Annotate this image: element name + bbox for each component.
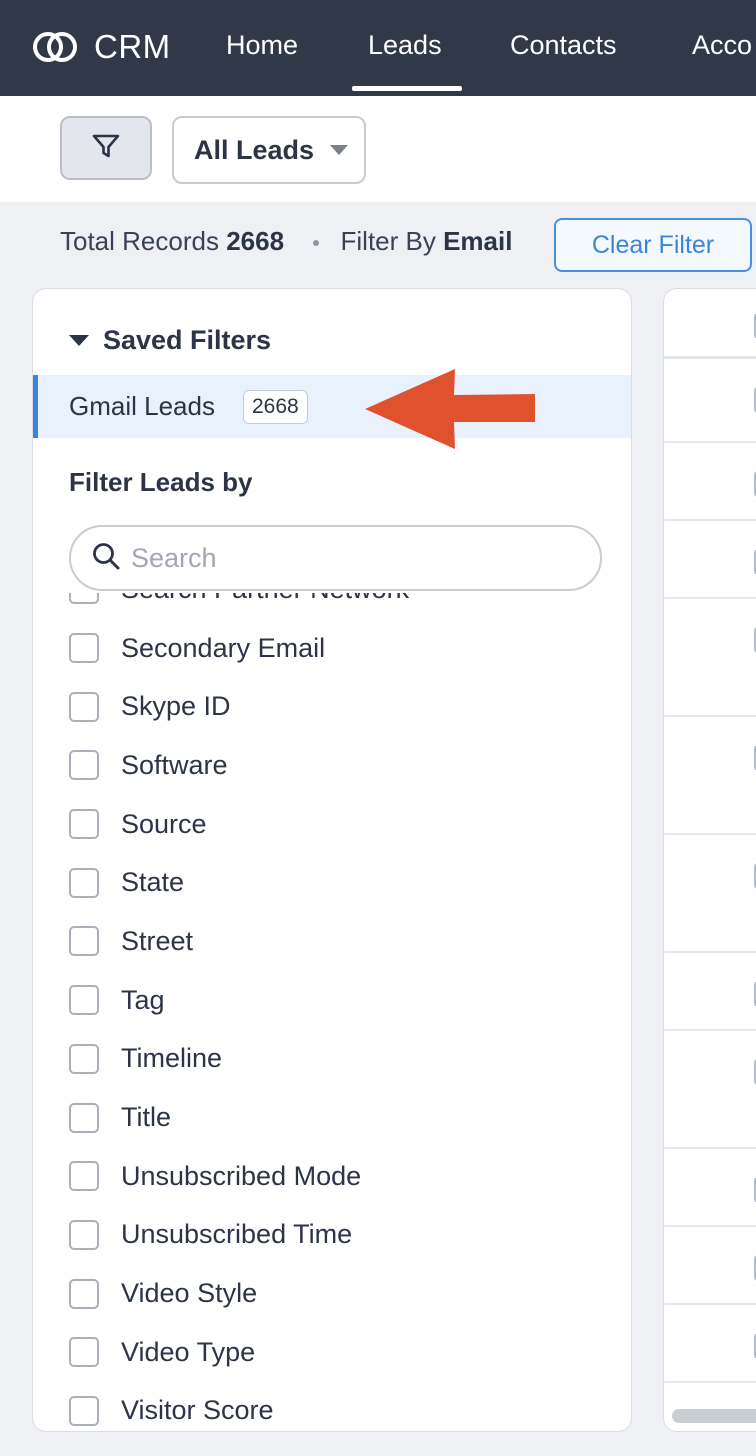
separator-dot xyxy=(313,240,320,247)
field-checkbox[interactable] xyxy=(69,1102,99,1133)
view-select-dropdown[interactable]: All Leads xyxy=(172,116,366,184)
field-label: Street xyxy=(121,925,194,956)
field-label: Skype ID xyxy=(121,691,231,722)
leads-table-panel xyxy=(663,288,756,1432)
horizontal-scrollbar[interactable] xyxy=(672,1409,756,1423)
field-label: Video Type xyxy=(121,1336,256,1367)
table-row[interactable] xyxy=(664,1305,756,1383)
top-nav: CRM Home Leads Contacts Acco xyxy=(0,0,756,96)
total-records-value: 2668 xyxy=(226,226,285,256)
view-select-label: All Leads xyxy=(194,134,315,165)
records-summary: Total Records 2668 Filter By Email xyxy=(60,226,512,257)
field-checkbox[interactable] xyxy=(69,1337,99,1368)
table-row[interactable] xyxy=(664,359,756,443)
filter-by-label: Filter By xyxy=(340,226,436,256)
crm-logo[interactable]: CRM xyxy=(30,28,171,66)
filter-field-row[interactable]: Street xyxy=(69,912,409,971)
funnel-icon xyxy=(90,130,122,167)
filter-field-row[interactable]: Search Partner Network xyxy=(69,593,409,619)
field-checkbox[interactable] xyxy=(69,1395,99,1426)
filter-field-row[interactable]: Video Type xyxy=(69,1323,409,1382)
saved-filter-item[interactable]: Gmail Leads 2668 xyxy=(33,375,631,438)
field-label: Secondary Email xyxy=(121,632,326,663)
saved-filters-title: Saved Filters xyxy=(103,325,272,355)
field-checkbox[interactable] xyxy=(69,633,99,664)
field-label: Title xyxy=(121,1102,172,1133)
clear-filter-button[interactable]: Clear Filter xyxy=(554,218,752,272)
table-row[interactable] xyxy=(664,953,756,1031)
filter-field-row[interactable]: Video Style xyxy=(69,1264,409,1323)
table-row[interactable] xyxy=(664,835,756,953)
caret-down-icon xyxy=(69,335,89,346)
field-checkbox[interactable] xyxy=(69,1043,99,1074)
filter-by-value: Email xyxy=(443,226,513,256)
field-checkbox[interactable] xyxy=(69,1161,99,1192)
field-checkbox[interactable] xyxy=(69,750,99,781)
toolbar: All Leads xyxy=(0,96,756,202)
table-row[interactable] xyxy=(664,1227,756,1305)
field-checkbox[interactable] xyxy=(69,691,99,722)
chevron-down-icon xyxy=(330,145,349,155)
filter-toggle-button[interactable] xyxy=(60,116,152,180)
field-checkbox[interactable] xyxy=(69,1219,99,1250)
table-row[interactable] xyxy=(664,443,756,521)
field-label: Software xyxy=(121,749,228,780)
nav-tab-leads[interactable]: Leads xyxy=(368,30,442,61)
field-checkbox[interactable] xyxy=(69,926,99,957)
filter-field-row[interactable]: Tag xyxy=(69,971,409,1030)
table-row[interactable] xyxy=(664,521,756,599)
filter-field-row[interactable]: Skype ID xyxy=(69,677,409,736)
field-checkbox[interactable] xyxy=(69,1278,99,1309)
filter-field-row[interactable]: Unsubscribed Time xyxy=(69,1206,409,1265)
table-row[interactable] xyxy=(664,1149,756,1227)
filter-field-row[interactable]: Timeline xyxy=(69,1030,409,1089)
nav-tab-home[interactable]: Home xyxy=(226,30,298,61)
table-row[interactable] xyxy=(664,599,756,717)
logo-text: CRM xyxy=(94,28,171,65)
filter-field-row[interactable]: Unsubscribed Mode xyxy=(69,1147,409,1206)
field-label: Search Partner Network xyxy=(121,593,409,605)
active-tab-indicator xyxy=(352,86,462,91)
saved-filter-label: Gmail Leads xyxy=(69,391,215,421)
field-label: State xyxy=(121,867,185,898)
filter-field-row[interactable]: Visitor Score xyxy=(69,1382,409,1431)
field-label: Visitor Score xyxy=(121,1395,274,1426)
search-icon xyxy=(91,541,121,576)
total-records-label: Total Records xyxy=(60,226,219,256)
filter-field-list-inner: Search Partner Network Secondary Email Sky… xyxy=(69,593,409,1431)
field-checkbox[interactable] xyxy=(69,593,99,605)
field-label: Timeline xyxy=(121,1043,223,1074)
search-input[interactable] xyxy=(131,542,551,574)
filter-field-row[interactable]: Software xyxy=(69,736,409,795)
filter-search-field[interactable] xyxy=(69,525,602,591)
field-label: Unsubscribed Mode xyxy=(121,1160,362,1191)
cloud-logo-icon xyxy=(30,29,80,65)
filter-field-row[interactable]: Secondary Email xyxy=(69,619,409,678)
field-checkbox[interactable] xyxy=(69,985,99,1016)
field-label: Video Style xyxy=(121,1278,258,1309)
filter-panel: Saved Filters Gmail Leads 2668 Filter Le… xyxy=(32,288,632,1432)
filter-field-list[interactable]: Search Partner Network Secondary Email Sky… xyxy=(33,593,631,1431)
filter-field-row[interactable]: State xyxy=(69,853,409,912)
annotation-arrow-icon xyxy=(363,365,539,456)
table-row[interactable] xyxy=(664,717,756,835)
nav-tab-accounts[interactable]: Acco xyxy=(692,30,752,61)
field-label: Source xyxy=(121,808,207,839)
field-label: Tag xyxy=(121,984,165,1015)
field-label: Unsubscribed Time xyxy=(121,1219,353,1250)
filter-field-row[interactable]: Source xyxy=(69,795,409,854)
field-checkbox[interactable] xyxy=(69,867,99,898)
filter-leads-by-heading: Filter Leads by xyxy=(69,467,253,497)
field-checkbox[interactable] xyxy=(69,809,99,840)
saved-filter-count-badge: 2668 xyxy=(242,389,308,424)
nav-tab-contacts[interactable]: Contacts xyxy=(510,30,617,61)
table-header xyxy=(664,289,756,359)
table-row[interactable] xyxy=(664,1031,756,1149)
saved-filters-header[interactable]: Saved Filters xyxy=(69,325,271,356)
filter-field-row[interactable]: Title xyxy=(69,1088,409,1147)
